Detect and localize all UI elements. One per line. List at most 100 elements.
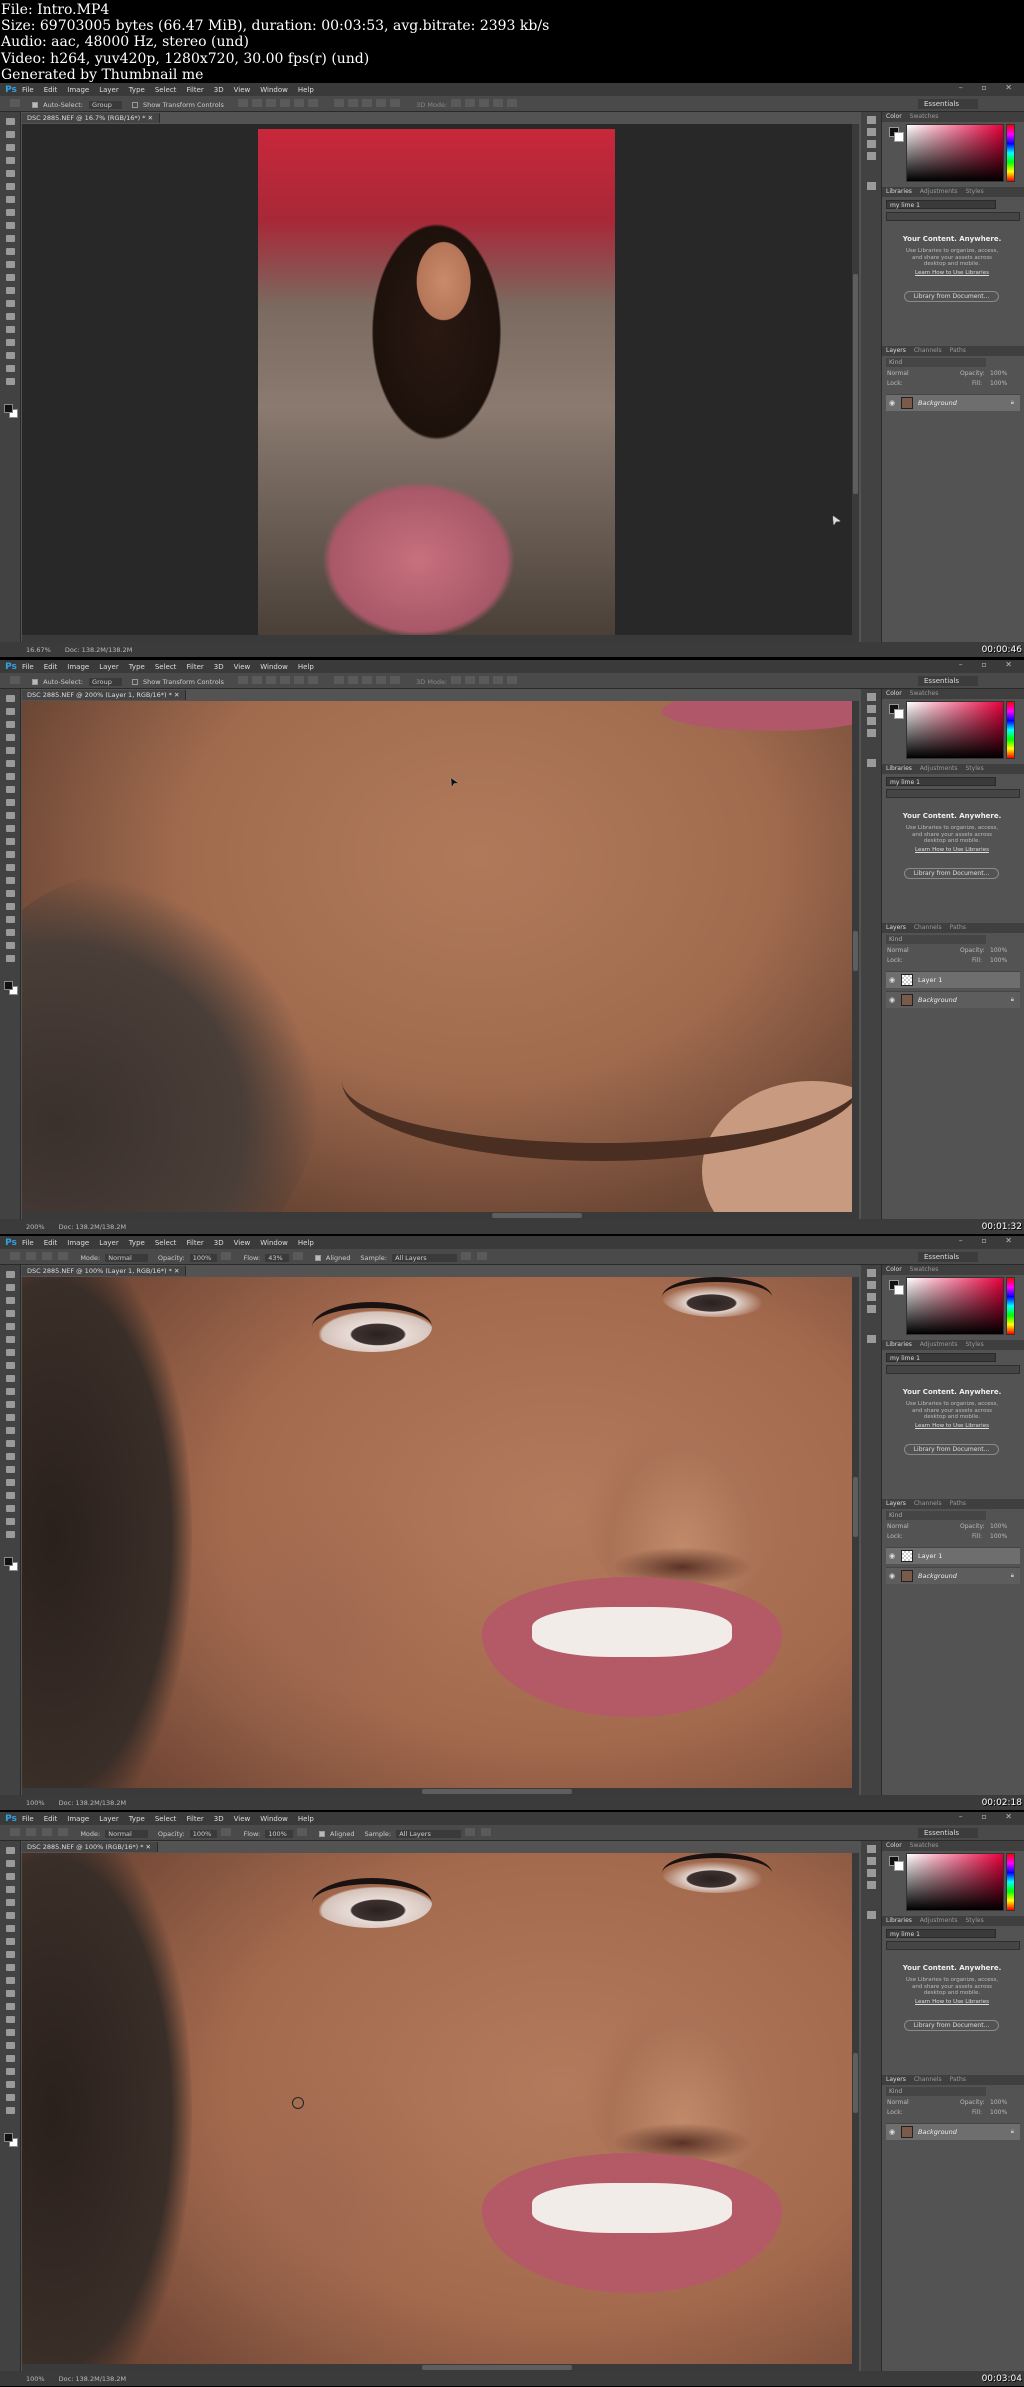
library-from-document-button[interactable]: Library from Document... [904,291,999,302]
menu-image[interactable]: Image [67,663,89,671]
library-dropdown[interactable]: my lime 1 [886,1353,996,1362]
hue-slider[interactable] [1006,701,1015,759]
eraser-tool-icon[interactable] [6,1977,15,1984]
toggle-clone-source-icon[interactable] [58,1251,69,1260]
zoom-tool-icon[interactable] [6,2094,15,2101]
layer-row-layer-1[interactable]: ◉ Layer 1 [886,971,1020,988]
menu-select[interactable]: Select [155,1239,177,1247]
horizontal-scrollbar[interactable] [22,635,852,642]
airbrush-icon[interactable] [292,1251,303,1260]
tab-libraries[interactable]: Libraries [886,1341,912,1350]
workspace-switcher[interactable]: Essentials [918,1828,978,1838]
vertical-scrollbar[interactable] [852,1277,859,1795]
menu-file[interactable]: File [22,663,34,671]
tab-libraries[interactable]: Libraries [886,188,912,197]
menu-window[interactable]: Window [260,1815,288,1823]
menu-file[interactable]: File [22,1815,34,1823]
align-hcenter-icon[interactable] [293,675,304,684]
tab-adjustments[interactable]: Adjustments [920,1341,958,1350]
background-color[interactable] [894,132,904,142]
blur-tool-icon[interactable] [6,851,15,858]
fill-field[interactable]: 100% [990,957,1007,964]
path-select-tool-icon[interactable] [6,2055,15,2062]
promo-link[interactable]: Learn How to Use Libraries [887,1423,1017,1429]
clone-stamp-tool-icon[interactable] [6,799,15,806]
toggle-clone-source-icon[interactable] [58,1827,69,1836]
distribute-center-icon[interactable] [348,675,359,684]
menu-type[interactable]: Type [129,86,145,94]
promo-link[interactable]: Learn How to Use Libraries [887,1999,1017,2005]
tab-layers[interactable]: Layers [886,924,906,933]
blur-tool-icon[interactable] [6,2003,15,2010]
properties-icon[interactable] [867,1881,876,1889]
align-left-icon[interactable] [279,675,290,684]
document-canvas[interactable] [22,701,852,1219]
blend-mode-dropdown[interactable]: Normal [887,2099,909,2106]
align-bottom-icon[interactable] [265,98,276,107]
menu-file[interactable]: File [22,1239,34,1247]
layer-opacity-field[interactable]: 100% [990,370,1007,377]
menu-view[interactable]: View [234,1815,251,1823]
clone-stamp-tool-icon[interactable] [6,222,15,229]
path-select-tool-icon[interactable] [6,326,15,333]
tab-swatches[interactable]: Swatches [910,1266,939,1275]
flow-field[interactable]: 100% [265,1829,293,1838]
hand-tool-icon[interactable] [6,1505,15,1512]
align-top-icon[interactable] [237,98,248,107]
opacity-field[interactable]: 100% [189,1829,218,1838]
library-from-document-button[interactable]: Library from Document... [904,2020,999,2031]
brush-tool-icon[interactable] [6,209,15,216]
airbrush-icon[interactable] [296,1827,307,1836]
horizontal-scroll-thumb[interactable] [422,2365,572,2370]
pen-tool-icon[interactable] [6,1453,15,1460]
blend-mode-dropdown[interactable]: Normal [887,370,909,377]
tab-styles[interactable]: Styles [966,188,984,197]
tab-paths[interactable]: Paths [950,347,966,356]
mode-dropdown[interactable]: Normal [105,1253,148,1262]
zoom-tool-icon[interactable] [6,942,15,949]
clone-stamp-tool-icon[interactable] [6,1951,15,1958]
properties-icon[interactable] [867,1305,876,1313]
menu-window[interactable]: Window [260,1239,288,1247]
clone-source-icon[interactable] [867,182,876,190]
close-tab-icon[interactable]: ✕ [146,1843,151,1851]
background-color[interactable] [894,1861,904,1871]
library-search-input[interactable] [886,212,1020,221]
background-color[interactable] [894,709,904,719]
window-controls[interactable]: – ▫ ✕ [959,83,1020,92]
play-actions-icon[interactable] [867,1857,876,1865]
history-brush-tool-icon[interactable] [6,235,15,242]
brush-preset-icon[interactable] [26,1827,37,1836]
horizontal-scroll-thumb[interactable] [422,1789,572,1794]
brush-tool-icon[interactable] [6,1362,15,1369]
move-tool-icon[interactable] [6,695,15,702]
distribute-left-icon[interactable] [376,98,387,107]
menu-layer[interactable]: Layer [99,1239,119,1247]
distribute-bottom-icon[interactable] [362,675,373,684]
layer-filter-dropdown[interactable]: Kind [886,1511,986,1520]
menu-select[interactable]: Select [155,86,177,94]
ignore-adjustment-icon[interactable] [460,1251,471,1260]
brush-preset-icon[interactable] [26,1251,37,1260]
horizontal-scrollbar[interactable] [22,1788,852,1795]
blur-tool-icon[interactable] [6,1427,15,1434]
move-tool-icon[interactable] [10,675,20,684]
auto-select-dropdown[interactable]: Group [89,100,122,109]
pressure-size-icon[interactable] [481,1827,491,1836]
vertical-scroll-thumb[interactable] [853,2053,858,2113]
menu-edit[interactable]: Edit [44,86,58,94]
type-tool-icon[interactable] [6,313,15,320]
crop-tool-icon[interactable] [6,1899,15,1906]
fill-field[interactable]: 100% [990,2109,1007,2116]
promo-link[interactable]: Learn How to Use Libraries [887,270,1017,276]
lasso-tool-icon[interactable] [6,144,15,151]
close-tab-icon[interactable]: ✕ [174,691,179,699]
tab-adjustments[interactable]: Adjustments [920,765,958,774]
hand-tool-icon[interactable] [6,352,15,359]
lasso-tool-icon[interactable] [6,1873,15,1880]
blur-tool-icon[interactable] [6,274,15,281]
opacity-field[interactable]: 100% [189,1253,218,1262]
lasso-tool-icon[interactable] [6,721,15,728]
gradient-tool-icon[interactable] [6,838,15,845]
vertical-scrollbar[interactable] [852,1853,859,2371]
